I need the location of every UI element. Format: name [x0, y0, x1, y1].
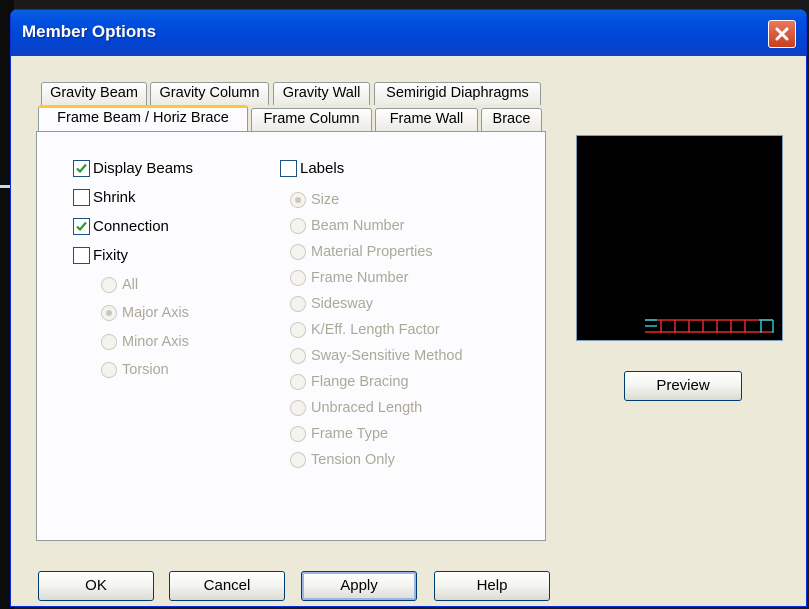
shrink-label: Shrink [93, 188, 136, 206]
tab-frame-column[interactable]: Frame Column [251, 108, 372, 131]
frame-preview-graphic [645, 319, 774, 333]
tab-frame-beam-horiz-brace[interactable]: Frame Beam / Horiz Brace [38, 105, 248, 131]
radio-button[interactable] [101, 305, 117, 321]
fixity-option-label: Minor Axis [122, 334, 189, 350]
label-option-label: Material Properties [311, 244, 433, 260]
label-option-label: Tension Only [311, 452, 395, 468]
labels-checkbox[interactable] [280, 159, 297, 177]
label-option-keff-length-factor[interactable]: K/Eff. Length Factor [290, 319, 440, 341]
help-button-label: Help [476, 577, 508, 594]
radio-button[interactable] [290, 400, 306, 416]
tab-frame-wall[interactable]: Frame Wall [375, 108, 478, 131]
shrink-checkbox[interactable] [73, 188, 90, 206]
label-option-label: Size [311, 192, 340, 208]
label-option-label: Frame Number [311, 270, 409, 286]
label-option-label: Sidesway [311, 296, 374, 312]
title-bar[interactable]: Member Options [11, 10, 806, 56]
fixity-option-torsion[interactable]: Torsion [101, 359, 169, 381]
radio-button[interactable] [290, 244, 306, 260]
label-option-frame-number[interactable]: Frame Number [290, 267, 409, 289]
label-option-size[interactable]: Size [290, 189, 339, 211]
fixity-option-label: Major Axis [122, 305, 189, 321]
display-beams-checkbox-row[interactable]: Display Beams [73, 157, 193, 179]
cancel-button[interactable]: Cancel [169, 571, 285, 601]
display-beams-checkbox[interactable] [73, 159, 90, 177]
checkmark-icon [76, 163, 87, 173]
label-option-label: K/Eff. Length Factor [311, 322, 440, 338]
fixity-option-label: All [122, 277, 139, 293]
radio-button[interactable] [290, 270, 306, 286]
cancel-button-label: Cancel [203, 577, 251, 594]
help-button[interactable]: Help [434, 571, 550, 601]
shrink-checkbox-row[interactable]: Shrink [73, 186, 136, 208]
label-option-label: Frame Type [311, 426, 389, 442]
fixity-option-label: Torsion [122, 362, 169, 378]
label-option-label: Unbraced Length [311, 400, 423, 416]
label-option-flange-bracing[interactable]: Flange Bracing [290, 371, 409, 393]
preview-canvas [576, 135, 783, 341]
preview-button[interactable]: Preview [624, 371, 742, 401]
label-option-sidesway[interactable]: Sidesway [290, 293, 373, 315]
apply-button-label: Apply [340, 577, 378, 594]
preview-button-label: Preview [656, 377, 710, 394]
connection-label: Connection [93, 217, 169, 235]
label-option-label: Sway-Sensitive Method [311, 348, 463, 364]
fixity-checkbox-row[interactable]: Fixity [73, 244, 128, 266]
labels-label: Labels [300, 159, 345, 177]
tab-brace[interactable]: Brace [481, 108, 542, 131]
label-option-label: Flange Bracing [311, 374, 409, 390]
radio-button[interactable] [290, 296, 306, 312]
radio-button[interactable] [290, 218, 306, 234]
checkmark-icon [76, 221, 87, 231]
fixity-option-all[interactable]: All [101, 274, 138, 296]
display-beams-label: Display Beams [93, 159, 194, 177]
radio-button[interactable] [290, 322, 306, 338]
close-button[interactable] [768, 20, 796, 48]
apply-button[interactable]: Apply [301, 571, 417, 601]
radio-button[interactable] [290, 192, 306, 208]
fixity-label: Fixity [93, 246, 128, 264]
radio-button[interactable] [290, 452, 306, 468]
radio-button[interactable] [290, 374, 306, 390]
fixity-option-major-axis[interactable]: Major Axis [101, 302, 189, 324]
dialog-title: Member Options [22, 22, 157, 41]
radio-button[interactable] [290, 426, 306, 442]
dialog-client-area: Gravity Beam Gravity Column Gravity Wall… [11, 56, 806, 606]
labels-checkbox-row[interactable]: Labels [280, 157, 344, 179]
connection-checkbox[interactable] [73, 217, 90, 235]
radio-button[interactable] [290, 348, 306, 364]
connection-checkbox-row[interactable]: Connection [73, 215, 169, 237]
label-option-unbraced-length[interactable]: Unbraced Length [290, 397, 422, 419]
tab-gravity-wall[interactable]: Gravity Wall [273, 82, 370, 105]
tab-gravity-beam[interactable]: Gravity Beam [41, 82, 147, 105]
label-option-beam-number[interactable]: Beam Number [290, 215, 404, 237]
fixity-option-minor-axis[interactable]: Minor Axis [101, 331, 189, 353]
tab-panel: Display Beams Shrink Connection Fixity A… [36, 131, 546, 541]
tab-semirigid-diaphragms[interactable]: Semirigid Diaphragms [374, 82, 541, 105]
ok-button-label: OK [85, 577, 107, 594]
label-option-material-properties[interactable]: Material Properties [290, 241, 433, 263]
member-options-dialog: Member Options Gravity Beam Gravity Colu… [10, 9, 807, 607]
label-option-label: Beam Number [311, 218, 405, 234]
label-option-frame-type[interactable]: Frame Type [290, 423, 388, 445]
close-icon [775, 27, 789, 41]
radio-button[interactable] [101, 277, 117, 293]
radio-button[interactable] [101, 362, 117, 378]
ok-button[interactable]: OK [38, 571, 154, 601]
tab-gravity-column[interactable]: Gravity Column [150, 82, 269, 105]
fixity-checkbox[interactable] [73, 246, 90, 264]
radio-button[interactable] [101, 334, 117, 350]
label-option-sway-sensitive-method[interactable]: Sway-Sensitive Method [290, 345, 463, 367]
label-option-tension-only[interactable]: Tension Only [290, 449, 395, 471]
